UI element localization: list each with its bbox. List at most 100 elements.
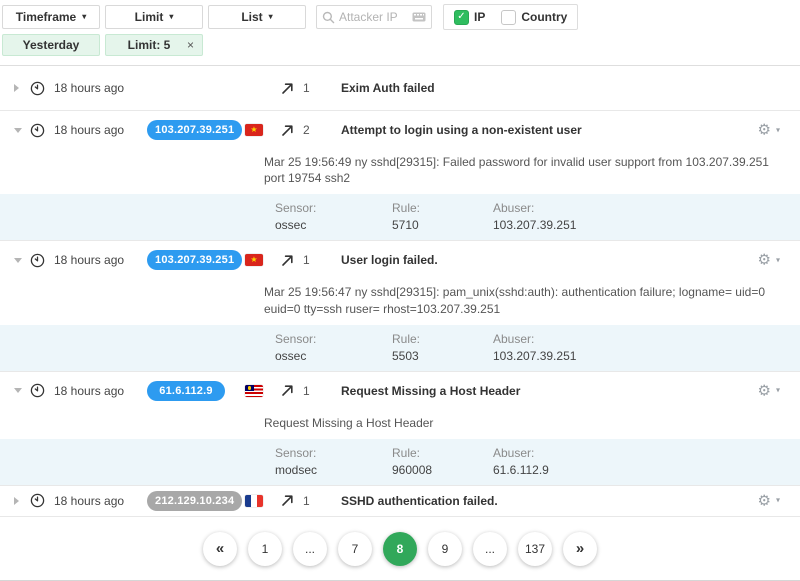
event-item: 18 hours ago 1 Exim Auth failed	[0, 66, 800, 111]
occurrence-count: 1	[303, 81, 310, 95]
occurrence-count: 1	[303, 384, 310, 398]
occurrence-count: 1	[303, 253, 310, 267]
limit-dropdown-button[interactable]: Limit ▾	[105, 5, 203, 29]
event-meta-row: Sensor: ossec Rule: 5710 Abuser: 103.207…	[0, 194, 800, 240]
event-log-text: Request Missing a Host Header	[0, 410, 800, 439]
attacker-ip-badge[interactable]: 61.6.112.9	[147, 381, 225, 401]
rule-value: 5503	[392, 349, 493, 363]
event-row[interactable]: 18 hours ago 1 Exim Auth failed	[0, 66, 800, 110]
abuser-value: 61.6.112.9	[493, 463, 776, 477]
occurrence-count: 2	[303, 123, 310, 137]
pagination-page-7-button[interactable]: 7	[338, 532, 372, 566]
sensor-label: Sensor:	[275, 332, 392, 346]
pagination-next-button[interactable]: »	[563, 532, 597, 566]
filter-tag[interactable]: Limit: 5 ×	[105, 34, 203, 56]
event-time: 18 hours ago	[54, 81, 147, 95]
event-item: 18 hours ago 212.129.10.234 1 SSHD authe…	[0, 486, 800, 517]
collapse-chevron-icon[interactable]	[14, 388, 22, 393]
flag-malaysia-icon	[245, 385, 263, 397]
abuser-label: Abuser:	[493, 201, 776, 215]
collapse-chevron-icon[interactable]	[14, 258, 22, 263]
abuser-value: 103.207.39.251	[493, 349, 776, 363]
abuser-label: Abuser:	[493, 446, 776, 460]
pagination-page-137-button[interactable]: 137	[518, 532, 552, 566]
pagination-page-8-button[interactable]: 8	[383, 532, 417, 566]
sensor-label: Sensor:	[275, 446, 392, 460]
sensor-value: modsec	[275, 463, 392, 477]
flag-vietnam-icon: ★	[245, 254, 263, 266]
attacker-ip-search[interactable]	[316, 5, 432, 29]
row-actions-menu[interactable]: ⚙ ▾	[758, 253, 780, 268]
filter-checkbox-country[interactable]: Country	[501, 10, 567, 25]
event-list: 18 hours ago 1 Exim Auth failed	[0, 65, 800, 517]
attacker-ip-input[interactable]	[339, 10, 408, 24]
timeframe-dropdown-label: Timeframe	[16, 10, 76, 24]
event-title[interactable]: Request Missing a Host Header	[341, 384, 800, 398]
clock-icon	[30, 253, 54, 268]
event-row[interactable]: 18 hours ago 103.207.39.251 ★ 2 Attempt …	[0, 111, 800, 149]
event-time: 18 hours ago	[54, 123, 147, 137]
gear-icon[interactable]: ⚙	[758, 123, 771, 138]
unchecked-checkbox-icon[interactable]	[501, 10, 516, 25]
pagination-page-9-button[interactable]: 9	[428, 532, 462, 566]
clock-icon	[30, 383, 54, 398]
expand-chevron-icon[interactable]	[14, 84, 19, 92]
occurrence-arrow-icon	[281, 124, 294, 137]
rule-label: Rule:	[392, 201, 493, 215]
abuser-value: 103.207.39.251	[493, 218, 776, 232]
gear-icon[interactable]: ⚙	[758, 253, 771, 268]
timeframe-dropdown-button[interactable]: Timeframe ▾	[2, 5, 100, 29]
event-row[interactable]: 18 hours ago 103.207.39.251 ★ 1 User log…	[0, 241, 800, 279]
list-dropdown-label: List	[241, 10, 262, 24]
event-title[interactable]: User login failed.	[341, 253, 800, 267]
clock-icon	[30, 123, 54, 138]
event-item: 18 hours ago 103.207.39.251 ★ 1 User log…	[0, 241, 800, 371]
pagination-ellipsis-button[interactable]: ...	[473, 532, 507, 566]
event-item: 18 hours ago 103.207.39.251 ★ 2 Attempt …	[0, 111, 800, 241]
search-mode-group: ✓ IP Country	[443, 4, 578, 30]
list-dropdown-button[interactable]: List ▾	[208, 5, 306, 29]
pagination-ellipsis-button[interactable]: ...	[293, 532, 327, 566]
checked-checkbox-icon[interactable]: ✓	[454, 10, 469, 25]
filter-tag-label: Limit: 5	[128, 38, 171, 52]
occurrence-arrow-icon	[281, 384, 294, 397]
gear-icon[interactable]: ⚙	[758, 383, 771, 398]
event-meta-row: Sensor: modsec Rule: 960008 Abuser: 61.6…	[0, 439, 800, 485]
limit-dropdown-label: Limit	[135, 10, 164, 24]
rule-label: Rule:	[392, 332, 493, 346]
filter-tag-label: Yesterday	[23, 38, 80, 52]
collapse-chevron-icon[interactable]	[14, 128, 22, 133]
filter-checkbox-ip[interactable]: ✓ IP	[454, 10, 485, 25]
event-title[interactable]: Exim Auth failed	[341, 81, 800, 95]
filter-tag[interactable]: Yesterday	[2, 34, 100, 56]
event-log-text: Mar 25 19:56:49 ny sshd[29315]: Failed p…	[0, 149, 800, 194]
row-actions-menu[interactable]: ⚙ ▾	[758, 123, 780, 138]
event-title[interactable]: Attempt to login using a non-existent us…	[341, 123, 800, 137]
filter-bar: Timeframe ▾ Limit ▾ List ▾ ✓ IP Country	[0, 0, 800, 32]
active-filter-tags: Yesterday Limit: 5 ×	[0, 32, 800, 56]
sensor-value: ossec	[275, 349, 392, 363]
event-row[interactable]: 18 hours ago 61.6.112.9 1 Request Missin…	[0, 372, 800, 410]
checkbox-label: IP	[474, 10, 485, 24]
rule-label: Rule:	[392, 446, 493, 460]
row-actions-menu[interactable]: ⚙ ▾	[758, 383, 780, 398]
caret-down-icon: ▾	[776, 126, 780, 134]
checkbox-label: Country	[521, 10, 567, 24]
caret-down-icon: ▾	[269, 13, 273, 21]
close-icon[interactable]: ×	[187, 38, 194, 52]
abuser-label: Abuser:	[493, 332, 776, 346]
sensor-label: Sensor:	[275, 201, 392, 215]
event-time: 18 hours ago	[54, 384, 147, 398]
occurrence-arrow-icon	[281, 82, 294, 95]
attacker-ip-badge[interactable]: 103.207.39.251	[147, 250, 242, 270]
attacker-ip-badge[interactable]: 103.207.39.251	[147, 120, 242, 140]
pagination-prev-button[interactable]: «	[203, 532, 237, 566]
occurrence-arrow-icon	[281, 254, 294, 267]
event-log-text: Mar 25 19:56:47 ny sshd[29315]: pam_unix…	[0, 279, 800, 324]
keyboard-icon[interactable]	[412, 12, 426, 22]
pagination-page-1-button[interactable]: 1	[248, 532, 282, 566]
event-item: 18 hours ago 61.6.112.9 1 Request Missin…	[0, 372, 800, 486]
caret-down-icon: ▾	[82, 13, 86, 21]
event-time: 18 hours ago	[54, 253, 147, 267]
caret-down-icon: ▾	[169, 13, 173, 21]
